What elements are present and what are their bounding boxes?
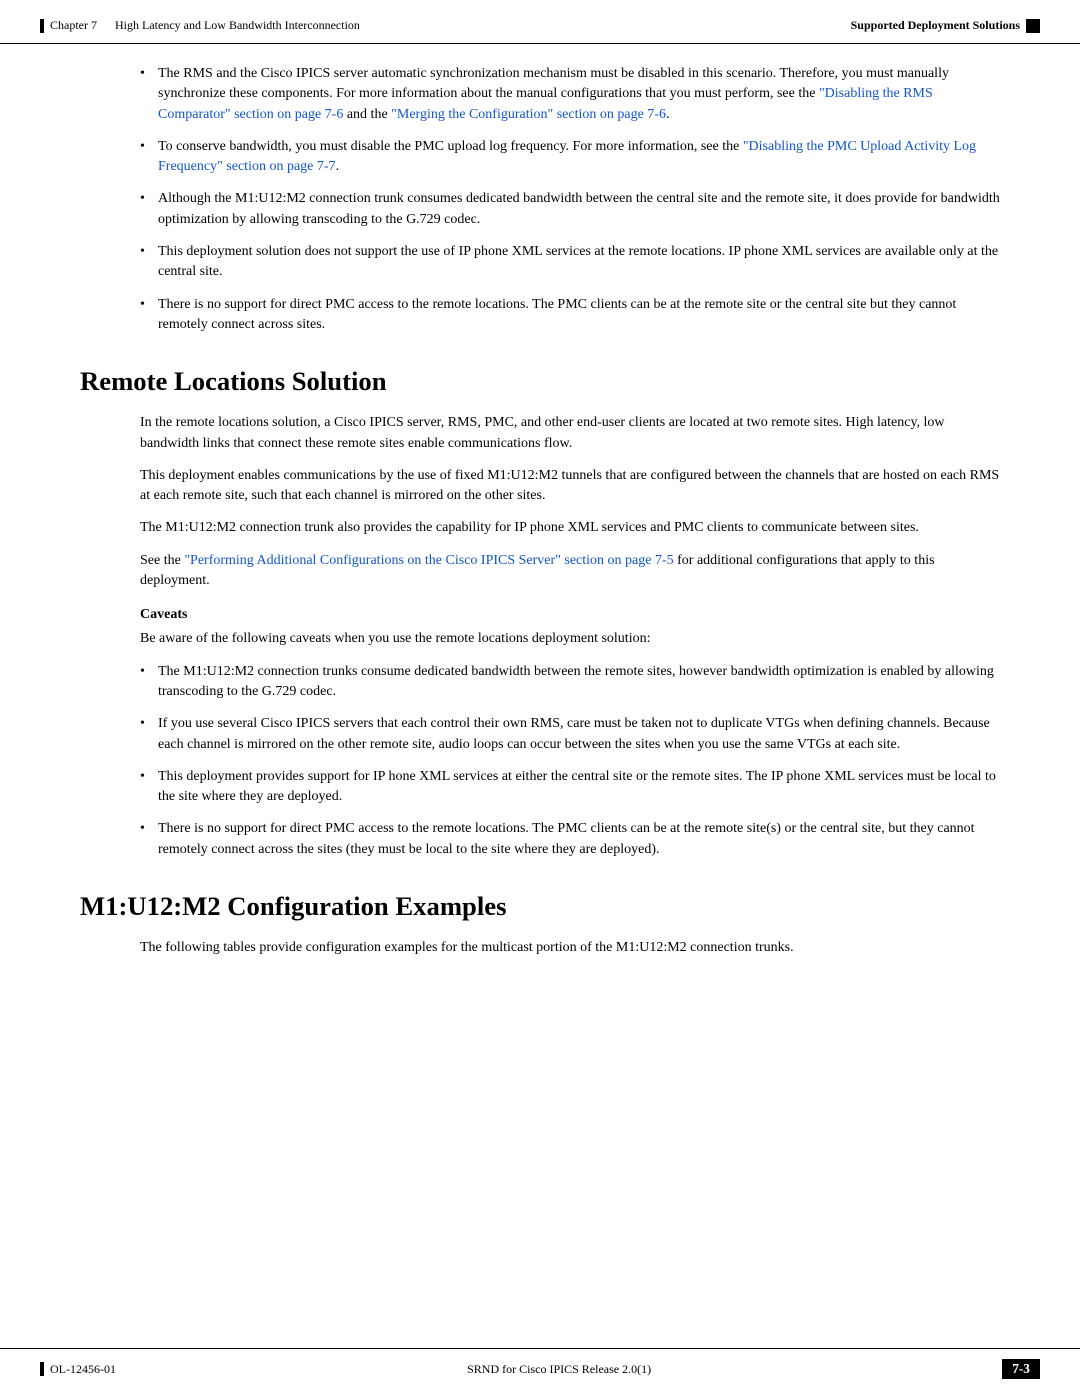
caveats-heading: Caveats — [140, 607, 1000, 623]
footer-left-bar — [40, 1362, 44, 1376]
list-item: If you use several Cisco IPICS servers t… — [140, 714, 1000, 755]
list-item: The M1:U12:M2 connection trunks consume … — [140, 662, 1000, 703]
footer-center: SRND for Cisco IPICS Release 2.0(1) — [467, 1362, 651, 1377]
footer-right-label: SRND for Cisco IPICS Release 2.0(1) — [467, 1362, 651, 1376]
caveat-3: This deployment provides support for IP … — [158, 769, 996, 804]
bullet-text-1b: and the — [343, 107, 391, 122]
see-also-text-before: See the — [140, 553, 184, 568]
remote-para-3: The M1:U12:M2 connection trunk also prov… — [140, 518, 1000, 538]
caveat-4: There is no support for direct PMC acces… — [158, 821, 975, 856]
list-item: The RMS and the Cisco IPICS server autom… — [140, 64, 1000, 125]
m1-section-heading: M1:U12:M2 Configuration Examples — [80, 890, 1000, 922]
remote-para-2: This deployment enables communications b… — [140, 466, 1000, 507]
caveat-2: If you use several Cisco IPICS servers t… — [158, 716, 990, 751]
header-chapter-title: High Latency and Low Bandwidth Interconn… — [115, 18, 360, 33]
bullet-text-2a: To conserve bandwidth, you must disable … — [158, 139, 743, 154]
page: Chapter 7 High Latency and Low Bandwidth… — [0, 0, 1080, 1397]
bullet-text-3: Although the M1:U12:M2 connection trunk … — [158, 191, 1000, 226]
caveats-intro: Be aware of the following caveats when y… — [140, 629, 1000, 649]
top-bullet-list: The RMS and the Cisco IPICS server autom… — [140, 64, 1000, 335]
caveats-list: The M1:U12:M2 connection trunks consume … — [140, 662, 1000, 860]
bullet-text-5: There is no support for direct PMC acces… — [158, 297, 956, 332]
bullet-text-4: This deployment solution does not suppor… — [158, 244, 998, 279]
list-item: This deployment solution does not suppor… — [140, 242, 1000, 283]
remote-para-1: In the remote locations solution, a Cisc… — [140, 413, 1000, 454]
caveat-1: The M1:U12:M2 connection trunks consume … — [158, 664, 994, 699]
m1-para: The following tables provide configurati… — [140, 938, 1000, 958]
header-left: Chapter 7 High Latency and Low Bandwidth… — [40, 18, 360, 33]
page-number: 7-3 — [1002, 1359, 1040, 1379]
main-content: The RMS and the Cisco IPICS server autom… — [0, 44, 1080, 1050]
header-left-bar — [40, 19, 44, 33]
remote-see-also: See the "Performing Additional Configura… — [140, 551, 1000, 592]
remote-section-heading: Remote Locations Solution — [80, 365, 1000, 397]
header-right-bar — [1026, 19, 1040, 33]
footer-doc-number: OL-12456-01 — [50, 1362, 116, 1377]
header-right-title: Supported Deployment Solutions — [851, 18, 1020, 33]
header-chapter-label: Chapter 7 — [50, 18, 97, 33]
list-item: There is no support for direct PMC acces… — [140, 819, 1000, 860]
page-header: Chapter 7 High Latency and Low Bandwidth… — [0, 0, 1080, 44]
footer-left: OL-12456-01 — [40, 1362, 116, 1377]
page-footer: OL-12456-01 SRND for Cisco IPICS Release… — [0, 1348, 1080, 1397]
link-performing-additional[interactable]: "Performing Additional Configurations on… — [184, 553, 673, 568]
bullet-text-2b: . — [336, 159, 340, 174]
list-item: Although the M1:U12:M2 connection trunk … — [140, 189, 1000, 230]
list-item: This deployment provides support for IP … — [140, 767, 1000, 808]
list-item: There is no support for direct PMC acces… — [140, 295, 1000, 336]
link-merging-config[interactable]: "Merging the Configuration" section on p… — [391, 107, 666, 122]
list-item: To conserve bandwidth, you must disable … — [140, 137, 1000, 178]
header-right: Supported Deployment Solutions — [851, 18, 1040, 33]
bullet-text-1c: . — [666, 107, 670, 122]
